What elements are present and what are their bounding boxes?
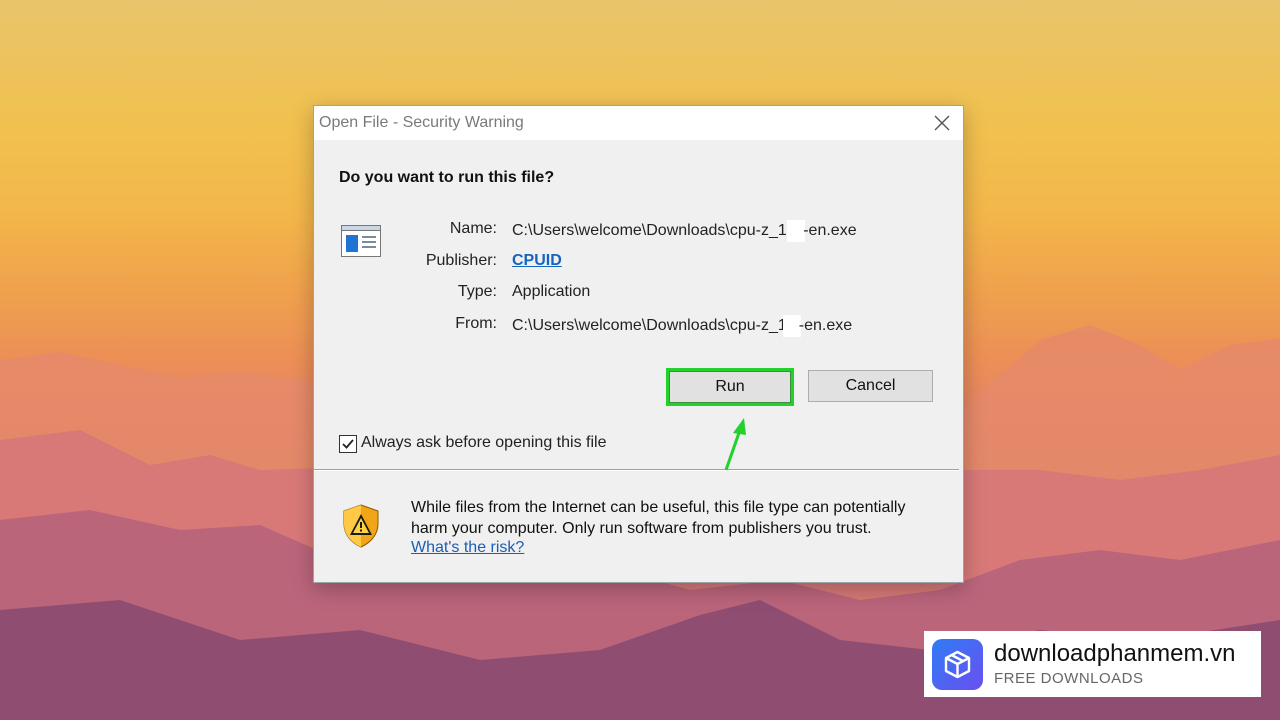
dialog-title: Open File - Security Warning (319, 114, 524, 131)
from-row: From: C:\Users\welcome\Downloads\cpu-z_1… (314, 315, 963, 337)
from-value-end: -en.exe (798, 317, 853, 335)
site-tagline: FREE DOWNLOADS (994, 670, 1144, 687)
warning-message: While files from the Internet can be use… (411, 499, 906, 537)
always-ask-label[interactable]: Always ask before opening this file (361, 434, 606, 452)
divider-highlight (314, 470, 959, 471)
title-bar: Open File - Security Warning (314, 106, 963, 140)
site-name: downloadphanmem.vn (994, 640, 1236, 667)
warning-shield-icon (343, 504, 379, 548)
from-label: From: (455, 315, 497, 332)
from-value: C:\Users\welcome\Downloads\cpu-z_1 -en.ex… (512, 315, 852, 337)
name-row: Name: C:\Users\welcome\Downloads\cpu-z_1… (314, 220, 963, 242)
run-button[interactable]: Run (666, 368, 794, 406)
name-value: C:\Users\welcome\Downloads\cpu-z_1. -en.e… (512, 220, 857, 242)
always-ask-checkbox[interactable] (339, 435, 357, 453)
type-label: Type: (457, 283, 497, 300)
publisher-row: Publisher: CPUID (314, 252, 963, 274)
security-warning-dialog: Open File - Security Warning Do you want… (313, 105, 964, 583)
publisher-label: Publisher: (425, 252, 497, 269)
name-value-end: -en.exe (803, 222, 857, 240)
cancel-button[interactable]: Cancel (808, 370, 933, 402)
from-value-start: C:\Users\welcome\Downloads\cpu-z_1 (512, 317, 787, 335)
whats-the-risk-link[interactable]: What's the risk? (411, 539, 524, 557)
type-value: Application (512, 283, 591, 300)
publisher-link[interactable]: CPUID (512, 252, 562, 270)
name-value-start: C:\Users\welcome\Downloads\cpu-z_1. (512, 222, 792, 240)
box-logo-icon (932, 639, 983, 690)
type-row: Type: Application (314, 283, 963, 305)
close-icon[interactable] (931, 112, 953, 134)
site-watermark: downloadphanmem.vn FREE DOWNLOADS (924, 631, 1261, 697)
dialog-question: Do you want to run this file? (339, 169, 555, 186)
name-label: Name: (449, 220, 497, 237)
